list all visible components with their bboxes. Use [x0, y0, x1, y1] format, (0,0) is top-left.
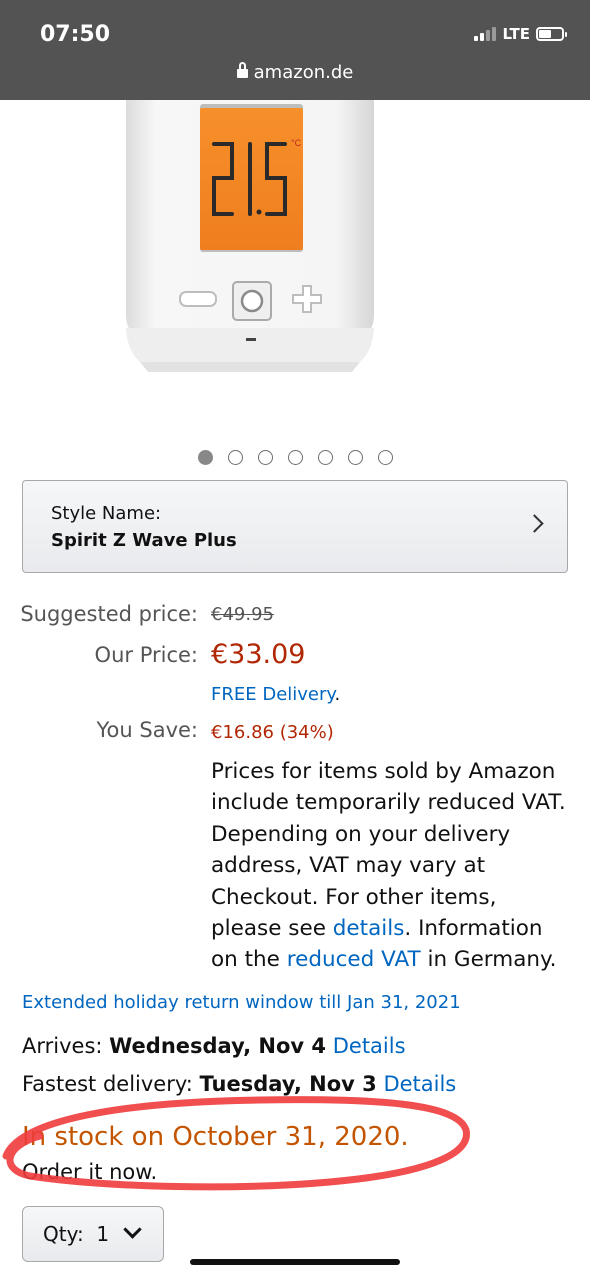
carousel-dot[interactable] — [317, 450, 333, 465]
clock: 07:50 — [40, 22, 111, 47]
free-delivery-period: . — [334, 684, 341, 705]
lock-icon — [236, 61, 248, 79]
our-price-value: €33.09 — [211, 639, 306, 670]
quantity-value: 1 — [96, 1222, 110, 1246]
free-delivery: FREE Delivery. — [211, 684, 340, 705]
style-name-value: Spirit Z Wave Plus — [51, 530, 237, 551]
quantity-label: Qty: — [43, 1222, 84, 1246]
quantity-selector[interactable]: Qty: 1 — [22, 1206, 164, 1262]
reduced-vat-link[interactable]: reduced VAT — [287, 947, 421, 972]
style-name-label: Style Name: — [51, 503, 162, 524]
network-type: LTE — [502, 25, 530, 43]
product-image[interactable]: °C — [0, 100, 590, 430]
svg-text:°C: °C — [291, 138, 302, 148]
suggested-price-label: Suggested price: — [20, 602, 198, 626]
image-carousel-dots — [0, 450, 590, 465]
order-now-note: Order it now. — [22, 1160, 158, 1184]
battery-icon — [536, 27, 567, 41]
you-save-value: €16.86 (34%) — [211, 722, 334, 743]
carousel-dot[interactable] — [377, 450, 393, 465]
holiday-return-link[interactable]: Extended holiday return window till Jan … — [22, 992, 461, 1013]
our-price-label: Our Price: — [94, 643, 198, 667]
fastest-label: Fastest delivery: — [22, 1072, 200, 1096]
home-indicator[interactable] — [190, 1259, 400, 1265]
chevron-down-icon — [123, 1220, 142, 1239]
carousel-dot[interactable] — [287, 450, 303, 465]
status-bar: 07:50 LTE amazon.de — [0, 0, 590, 100]
carousel-dot[interactable] — [257, 450, 273, 465]
arrives-details-link[interactable]: Details — [333, 1034, 406, 1058]
signal-icon — [474, 27, 497, 41]
suggested-price-value: €49.95 — [211, 604, 274, 625]
fastest-delivery-info: Fastest delivery: Tuesday, Nov 3 Details — [22, 1072, 456, 1096]
vat-note: Prices for items sold by Amazon include … — [211, 756, 571, 976]
address-bar[interactable]: amazon.de — [0, 61, 590, 83]
vat-details-link[interactable]: details — [333, 916, 405, 941]
url-text: amazon.de — [253, 62, 354, 83]
vat-note-text: Prices for items sold by Amazon include … — [211, 759, 566, 942]
free-delivery-link[interactable]: FREE Delivery — [211, 684, 334, 705]
arrives-label: Arrives: — [22, 1034, 110, 1058]
fastest-date: Tuesday, Nov 3 — [199, 1072, 377, 1096]
you-save-label: You Save: — [96, 718, 199, 742]
vat-note-text: in Germany. — [420, 947, 557, 973]
stock-status: In stock on October 31, 2020. — [22, 1122, 409, 1152]
arrival-info: Arrives: Wednesday, Nov 4 Details — [22, 1034, 406, 1058]
arrives-date: Wednesday, Nov 4 — [109, 1034, 327, 1058]
status-icons: LTE — [474, 25, 567, 43]
carousel-dot[interactable] — [227, 450, 243, 465]
fastest-details-link[interactable]: Details — [383, 1072, 456, 1096]
chevron-right-icon — [525, 514, 544, 533]
carousel-dot[interactable] — [197, 450, 213, 465]
style-name-selector[interactable]: Style Name: Spirit Z Wave Plus — [22, 480, 568, 573]
carousel-dot[interactable] — [347, 450, 363, 465]
